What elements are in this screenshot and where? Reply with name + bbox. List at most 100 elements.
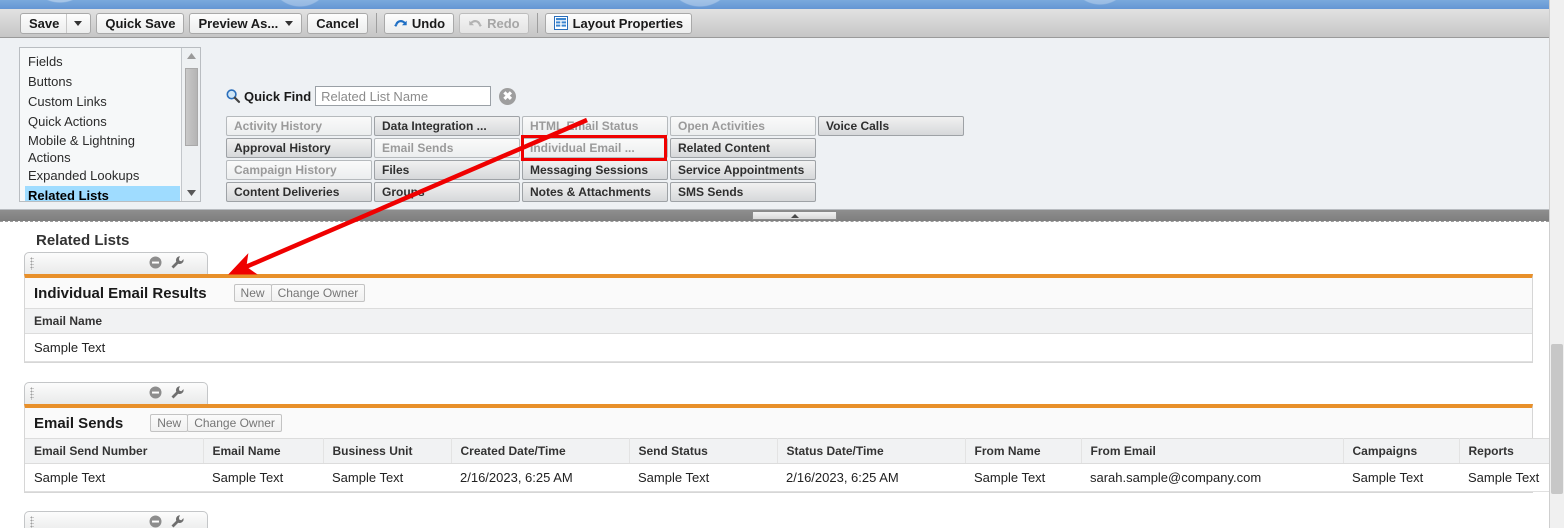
palette-tile-email-sends[interactable]: Email Sends <box>374 138 520 158</box>
palette-tile-notes-attachments[interactable]: Notes & Attachments <box>522 182 668 202</box>
undo-button-label: Undo <box>411 15 446 31</box>
related-list-palette-tiles: Activity History Approval History Campaign… <box>226 116 964 202</box>
preview-dashed-divider <box>0 221 1564 222</box>
table-cell: Sample Text <box>25 463 203 492</box>
table-cell: Sample Text <box>323 463 451 492</box>
cancel-button[interactable]: Cancel <box>307 12 368 34</box>
related-list-panel: Individual Email Results New Change Owner E… <box>24 252 1533 363</box>
toolbar-divider <box>536 13 538 33</box>
column-header[interactable]: Send Status <box>629 438 778 464</box>
palette-scrollbar-thumb[interactable] <box>185 68 198 146</box>
scroll-up-icon[interactable] <box>182 48 200 64</box>
page-scrollbar[interactable] <box>1549 0 1564 528</box>
column-header[interactable]: Created Date/Time <box>451 438 630 464</box>
table-cell: sarah.sample@company.com <box>1081 463 1343 492</box>
palette-tile-messaging-sessions[interactable]: Messaging Sessions <box>522 160 668 180</box>
palette-category-list: Fields Buttons Custom Links Quick Actions Mo… <box>19 47 201 202</box>
column-header[interactable]: Email Send Number <box>25 438 204 464</box>
wrench-icon[interactable] <box>170 385 185 400</box>
palette-tile-html-email-status[interactable]: HTML Email Status <box>522 116 668 136</box>
related-list-action-new[interactable]: New <box>233 284 272 302</box>
save-button-divider <box>66 13 68 33</box>
cancel-button-label: Cancel <box>316 15 359 31</box>
table-row[interactable]: Sample Text <box>25 333 1532 362</box>
palette-tile-individual-email[interactable]: Individual Email ... <box>522 138 668 158</box>
table-cell: 2/16/2023, 6:25 AM <box>777 463 965 492</box>
sidebar-item-related-lists[interactable]: Related Lists <box>25 186 180 201</box>
wrench-icon[interactable] <box>170 514 185 528</box>
palette-tile-campaign-history[interactable]: Campaign History <box>226 160 372 180</box>
sidebar-item-expanded-lookups[interactable]: Expanded Lookups <box>25 166 180 186</box>
remove-icon[interactable] <box>148 514 163 528</box>
sidebar-item-custom-links[interactable]: Custom Links <box>25 92 180 112</box>
palette-tile-column: HTML Email Status Individual Email ... Mes… <box>522 116 668 202</box>
drag-handle-icon[interactable] <box>30 387 34 400</box>
table-header-row: Email Send Number Email Name Business Unit… <box>25 438 1564 464</box>
column-header[interactable]: Email Name <box>203 438 324 464</box>
related-list-action-new[interactable]: New <box>150 414 189 432</box>
column-header[interactable]: Business Unit <box>323 438 452 464</box>
sidebar-item-mobile-lightning-actions[interactable]: Mobile & Lightning Actions <box>25 132 180 166</box>
palette-tile-approval-history[interactable]: Approval History <box>226 138 372 158</box>
related-list-panel-body: Individual Email Results New Change Owner E… <box>24 274 1533 363</box>
remove-icon[interactable] <box>148 255 163 270</box>
palette-tile-related-content[interactable]: Related Content <box>670 138 816 158</box>
palette-category-items: Fields Buttons Custom Links Quick Actions Mo… <box>20 48 180 201</box>
column-header[interactable]: From Email <box>1081 438 1344 464</box>
layout-preview: Related Lists Individual Email Results Ne… <box>0 221 1564 528</box>
layout-properties-button[interactable]: Layout Properties <box>544 12 693 34</box>
layout-grid-icon <box>553 16 568 30</box>
palette-tile-service-appointments[interactable]: Service Appointments <box>670 160 816 180</box>
palette-tile-open-activities[interactable]: Open Activities <box>670 116 816 136</box>
palette-tile-content-deliveries[interactable]: Content Deliveries <box>226 182 372 202</box>
related-list-actions: New Change Owner <box>233 284 366 302</box>
column-header[interactable]: Email Name <box>25 308 1532 334</box>
undo-button[interactable]: Undo <box>383 12 455 34</box>
save-button-label: Save <box>29 15 60 31</box>
table-cell: Sample Text <box>965 463 1081 492</box>
editor-toolbar: Save Quick Save Preview As... Cancel Und… <box>0 9 1564 38</box>
palette-tile-voice-calls[interactable]: Voice Calls <box>818 116 964 136</box>
palette-tile-sms-sends[interactable]: SMS Sends <box>670 182 816 202</box>
quick-find-input[interactable] <box>315 86 492 106</box>
related-list-panel-tab[interactable] <box>24 252 208 274</box>
splitter-collapse-handle[interactable] <box>752 211 837 220</box>
table-row[interactable]: Sample Text Sample Text Sample Text 2/16/20… <box>25 463 1564 492</box>
save-button[interactable]: Save <box>20 12 92 34</box>
panel-splitter[interactable] <box>0 210 1564 221</box>
sidebar-item-buttons[interactable]: Buttons <box>25 72 180 92</box>
clear-icon[interactable]: ✖ <box>499 87 517 105</box>
sidebar-item-quick-actions[interactable]: Quick Actions <box>25 112 180 132</box>
palette-tile-activity-history[interactable]: Activity History <box>226 116 372 136</box>
related-list-panel <box>24 511 1533 528</box>
drag-handle-icon[interactable] <box>30 257 34 270</box>
related-list-action-change-owner[interactable]: Change Owner <box>270 284 366 302</box>
related-list-actions: New Change Owner <box>150 414 282 432</box>
palette-tile-column: Voice Calls <box>818 116 964 202</box>
quick-save-button[interactable]: Quick Save <box>96 12 185 34</box>
related-list-action-change-owner[interactable]: Change Owner <box>187 414 282 432</box>
sidebar-item-fields[interactable]: Fields <box>25 52 180 72</box>
palette-tile-groups[interactable]: Groups <box>374 182 520 202</box>
related-list-panel-tab[interactable] <box>24 382 208 404</box>
chevron-down-icon[interactable] <box>285 20 294 26</box>
redo-icon <box>469 19 482 27</box>
palette-panel: Fields Buttons Custom Links Quick Actions Mo… <box>0 38 1564 210</box>
scroll-down-icon[interactable] <box>182 185 200 201</box>
preview-as-button[interactable]: Preview As... <box>189 12 303 34</box>
search-icon <box>226 89 241 103</box>
column-header[interactable]: Campaigns <box>1343 438 1460 464</box>
related-list-panel-tab[interactable] <box>24 511 208 528</box>
table-cell: Sample Text <box>203 463 323 492</box>
palette-tile-data-integration[interactable]: Data Integration ... <box>374 116 520 136</box>
remove-icon[interactable] <box>148 385 163 400</box>
page-scrollbar-thumb[interactable] <box>1551 344 1563 494</box>
palette-scrollbar[interactable] <box>181 48 200 201</box>
chevron-down-icon[interactable] <box>74 20 83 26</box>
column-header[interactable]: Status Date/Time <box>777 438 966 464</box>
drag-handle-icon[interactable] <box>30 516 34 528</box>
wrench-icon[interactable] <box>170 255 185 270</box>
column-header[interactable]: From Name <box>965 438 1082 464</box>
palette-tile-files[interactable]: Files <box>374 160 520 180</box>
related-list-panel-body: Email Sends New Change Owner Email Send Num… <box>24 404 1564 493</box>
